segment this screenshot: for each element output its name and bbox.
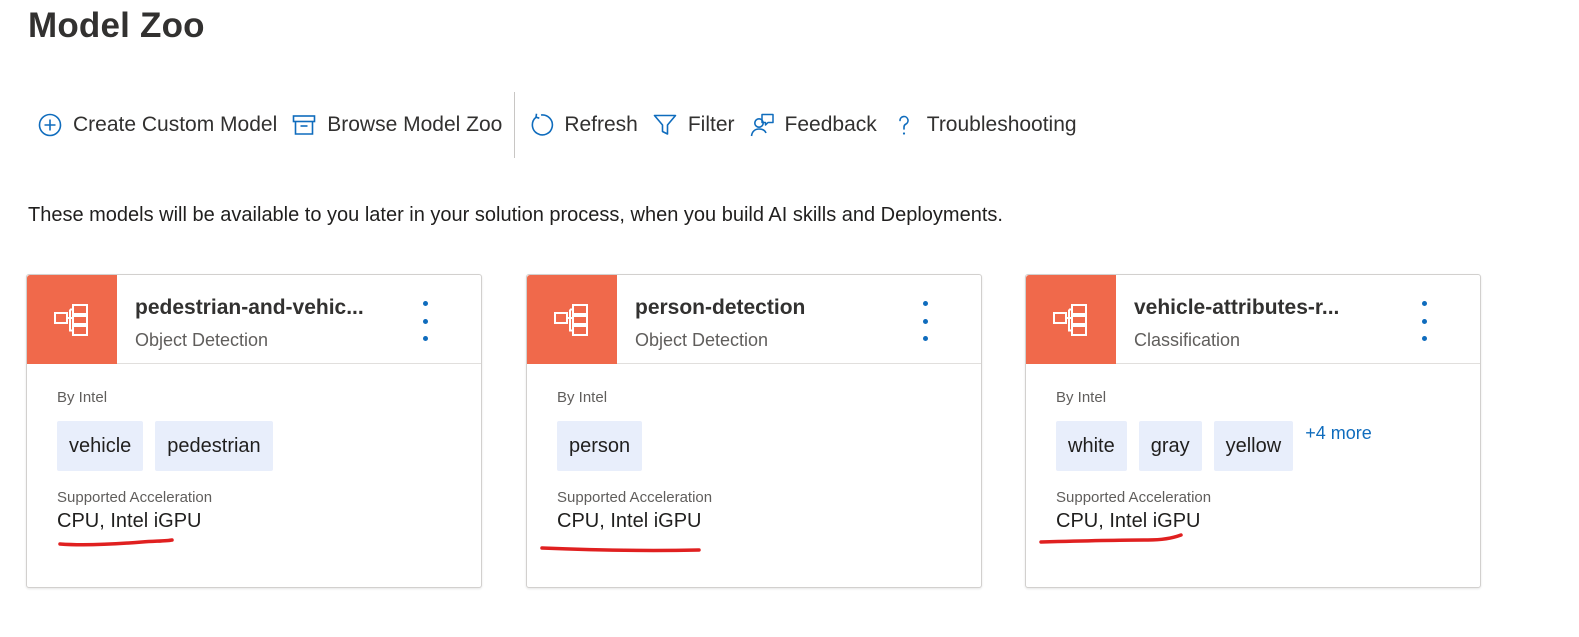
troubleshooting-label: Troubleshooting [926, 113, 1077, 136]
more-options-dot [1421, 336, 1427, 341]
more-tags-link[interactable]: +4 more [1305, 423, 1372, 444]
more-options-dot [922, 301, 928, 306]
acceleration-label: Supported Acceleration [1056, 489, 1212, 506]
more-options-dot [922, 318, 928, 324]
card-title[interactable]: vehicle-attributes-r... [1134, 296, 1339, 320]
card-header: person-detection Object Detection [527, 275, 981, 364]
publisher-label: By Intel [1056, 389, 1107, 406]
refresh-button[interactable]: Refresh [521, 105, 645, 145]
page: Model Zoo Create Custom Model Browse Mod… [0, 0, 1579, 637]
command-bar: Create Custom Model Browse Model Zoo Ref… [30, 92, 1084, 158]
tag-list: white gray yellow +4 more [1056, 421, 1372, 471]
model-structure-icon [554, 303, 588, 336]
intro-text: These models will be available to you la… [28, 204, 1003, 226]
card-model-type: Object Detection [635, 330, 769, 350]
toolbar-divider [514, 92, 516, 158]
model-icon-tile [527, 275, 617, 364]
more-options-button[interactable] [415, 301, 435, 341]
refresh-label: Refresh [564, 113, 638, 136]
more-options-dot [1421, 318, 1427, 324]
publisher-label: By Intel [557, 389, 608, 406]
archive-box-icon [290, 111, 318, 139]
troubleshooting-button[interactable]: Troubleshooting [884, 105, 1084, 145]
filter-button[interactable]: Filter [645, 105, 742, 145]
filter-icon [651, 111, 679, 139]
model-card[interactable]: person-detection Object Detection By Int… [526, 274, 982, 588]
more-options-dot [422, 336, 428, 341]
feedback-person-icon [748, 111, 776, 139]
red-annotation-underline [58, 538, 174, 547]
model-card[interactable]: vehicle-attributes-r... Classification B… [1025, 274, 1481, 588]
red-annotation-underline [540, 546, 701, 553]
tag-chip: gray [1138, 421, 1202, 471]
card-model-type: Classification [1134, 330, 1241, 350]
refresh-icon [527, 111, 555, 139]
model-icon-tile [1026, 275, 1116, 364]
tag-list: person [557, 421, 654, 471]
model-card[interactable]: pedestrian-and-vehic... Object Detection… [26, 274, 482, 588]
tag-list: vehicle pedestrian [57, 421, 285, 471]
publisher-label: By Intel [57, 389, 108, 406]
create-custom-model-button[interactable]: Create Custom Model [30, 105, 284, 145]
feedback-button[interactable]: Feedback [742, 105, 884, 145]
acceleration-value: CPU, Intel iGPU [557, 510, 702, 532]
model-icon-tile [27, 275, 117, 364]
more-options-button[interactable] [915, 301, 935, 341]
feedback-label: Feedback [784, 113, 877, 136]
browse-model-zoo-button[interactable]: Browse Model Zoo [284, 105, 509, 145]
more-options-dot [922, 336, 928, 341]
card-header: vehicle-attributes-r... Classification [1026, 275, 1480, 364]
add-circle-icon [36, 111, 64, 139]
card-title[interactable]: person-detection [635, 296, 805, 320]
model-structure-icon [54, 303, 88, 336]
filter-label: Filter [687, 113, 735, 136]
red-annotation-underline [1039, 533, 1183, 544]
card-model-type: Object Detection [135, 330, 269, 350]
browse-model-zoo-label: Browse Model Zoo [327, 113, 503, 136]
acceleration-value: CPU, Intel iGPU [1056, 510, 1201, 532]
tag-chip: pedestrian [155, 421, 273, 471]
more-options-button[interactable] [1414, 301, 1434, 341]
create-custom-model-label: Create Custom Model [73, 113, 278, 136]
tag-chip: vehicle [57, 421, 144, 471]
question-mark-icon [890, 111, 918, 139]
more-options-dot [422, 301, 428, 306]
card-header: pedestrian-and-vehic... Object Detection [27, 275, 481, 364]
page-title: Model Zoo [28, 6, 205, 45]
tag-chip: person [557, 421, 643, 471]
card-title[interactable]: pedestrian-and-vehic... [135, 296, 364, 320]
acceleration-value: CPU, Intel iGPU [57, 510, 202, 532]
acceleration-label: Supported Acceleration [57, 489, 213, 506]
tag-chip: white [1056, 421, 1127, 471]
more-options-dot [1421, 301, 1427, 306]
acceleration-label: Supported Acceleration [557, 489, 713, 506]
model-structure-icon [1053, 303, 1087, 336]
more-options-dot [422, 318, 428, 324]
tag-chip: yellow [1213, 421, 1294, 471]
